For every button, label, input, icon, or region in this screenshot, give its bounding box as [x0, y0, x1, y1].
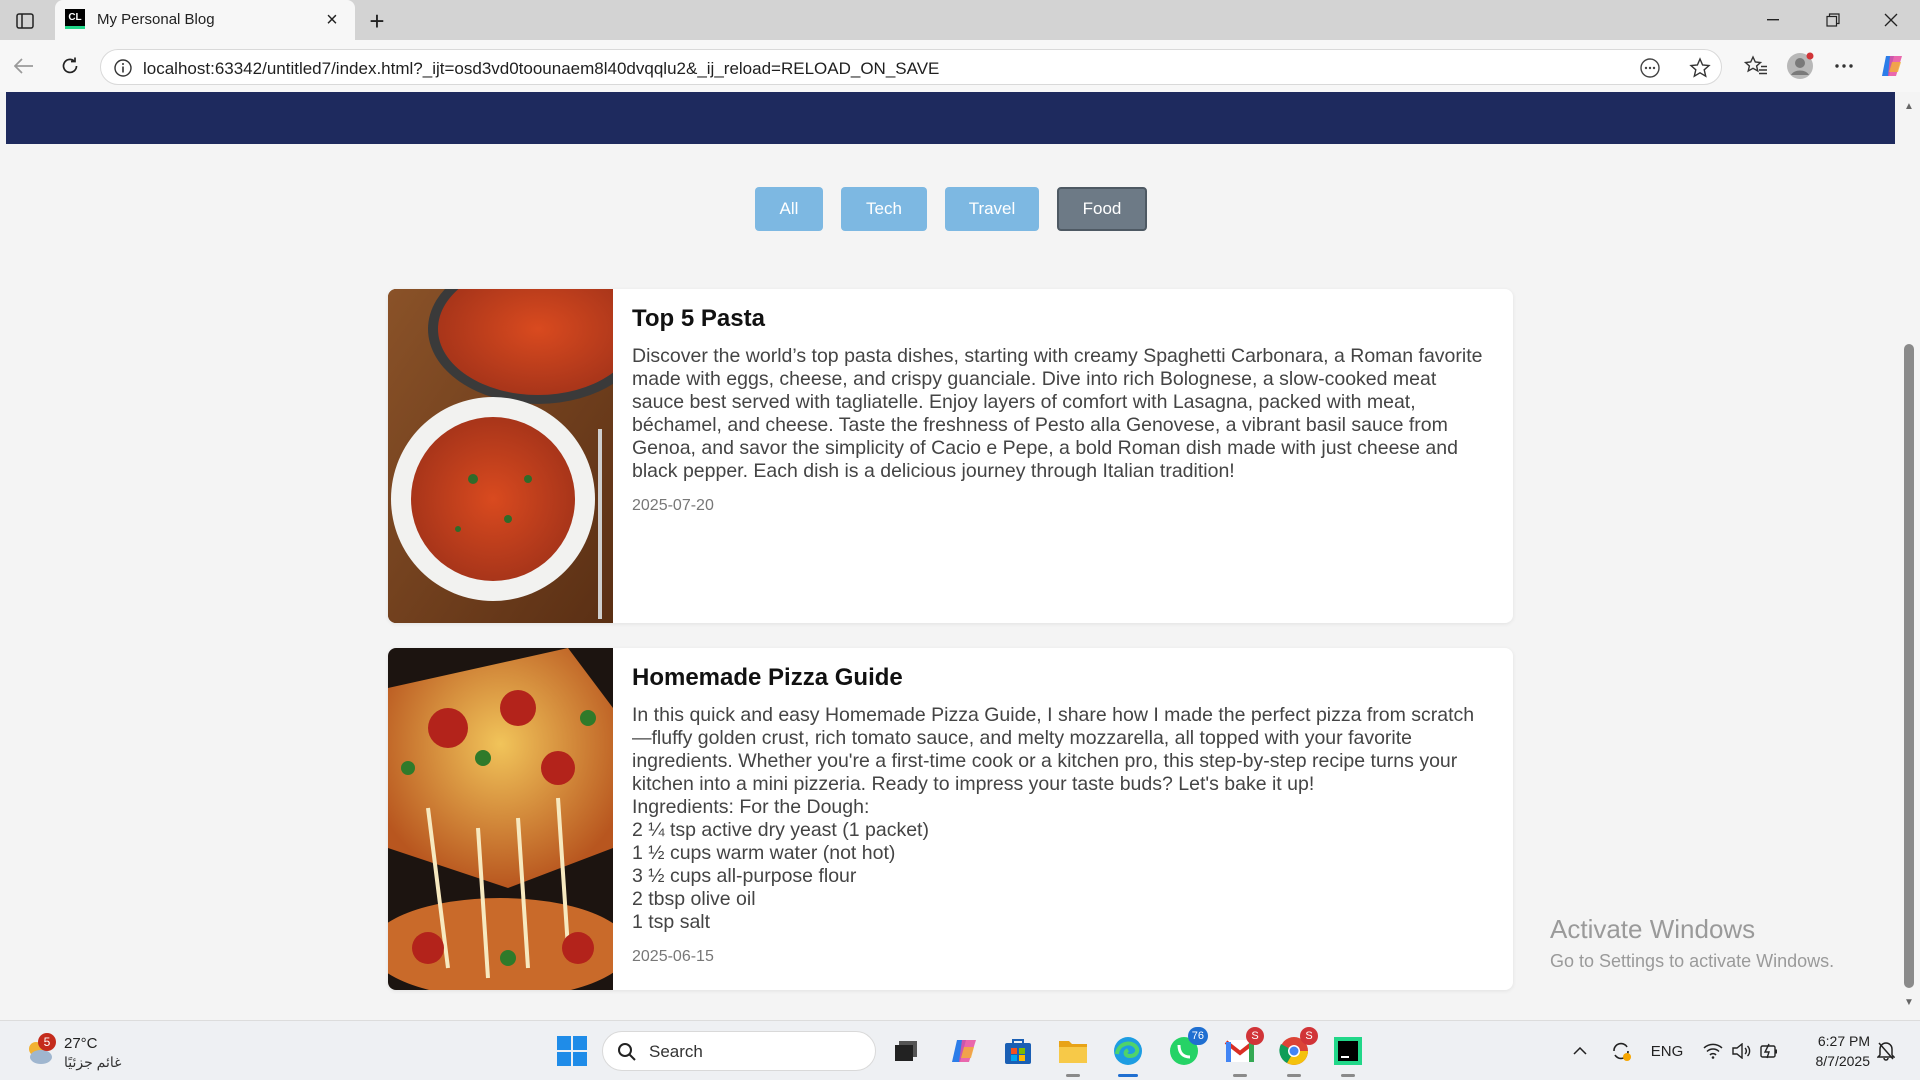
post-date: 2025-06-15: [632, 948, 714, 965]
sidebar-toggle-icon[interactable]: [12, 8, 38, 34]
weather-widget[interactable]: 5 27°C غائم جزئيًا: [20, 1031, 130, 1073]
post-date: 2025-07-20: [632, 497, 714, 514]
filter-tech-button[interactable]: Tech: [841, 187, 927, 231]
close-window-icon[interactable]: [1864, 0, 1918, 40]
ingredient-line: 1 tsp salt: [632, 911, 711, 933]
post-body: Top 5 Pasta Discover the world’s top pas…: [632, 305, 1489, 515]
running-indicator: [1287, 1074, 1301, 1077]
whatsapp-badge: 76: [1187, 1027, 1208, 1045]
minimize-icon[interactable]: [1746, 0, 1800, 40]
clock-date: 8/7/2025: [1815, 1053, 1871, 1069]
scroll-down-icon[interactable]: ▼: [1903, 996, 1915, 1008]
reading-mode-icon[interactable]: [1639, 57, 1661, 79]
restore-icon[interactable]: [1806, 0, 1860, 40]
back-icon[interactable]: [8, 50, 40, 82]
filter-all-button[interactable]: All: [755, 187, 823, 231]
chrome-badge: S: [1300, 1027, 1318, 1045]
edge-browser-icon[interactable]: [1110, 1033, 1146, 1077]
post-text: In this quick and easy Homemade Pizza Gu…: [632, 704, 1475, 795]
battery-icon[interactable]: [1758, 1039, 1780, 1063]
site-info-icon[interactable]: [113, 58, 133, 78]
tab-close-icon[interactable]: ×: [319, 7, 345, 33]
browser-toolbar: localhost:63342/untitled7/index.html?_ij…: [0, 40, 1920, 92]
post-body: Homemade Pizza Guide In this quick and e…: [632, 664, 1489, 966]
blog-post-card[interactable]: Homemade Pizza Guide In this quick and e…: [388, 648, 1513, 990]
clion-ide-icon[interactable]: [1330, 1033, 1366, 1077]
copilot-icon[interactable]: [1878, 52, 1906, 80]
ingredient-line: 2 tbsp olive oil: [632, 888, 756, 910]
watermark-subtitle: Go to Settings to activate Windows.: [1550, 951, 1835, 971]
copilot-app-icon[interactable]: [946, 1033, 982, 1069]
filter-travel-button[interactable]: Travel: [945, 187, 1039, 231]
taskbar-search[interactable]: Search: [602, 1031, 876, 1071]
pizza-slice-image: [388, 648, 613, 990]
reload-icon[interactable]: [54, 50, 86, 82]
ingredient-line: Ingredients: For the Dough:: [632, 796, 870, 818]
url-text[interactable]: localhost:63342/untitled7/index.html?_ij…: [143, 59, 939, 79]
chrome-icon[interactable]: S: [1276, 1027, 1318, 1077]
clock-time: 6:27 PM: [1817, 1033, 1870, 1049]
page-viewport: All Tech Travel Food Top 5 Pasta Discove…: [4, 92, 1898, 1016]
whatsapp-icon[interactable]: 76: [1166, 1027, 1208, 1069]
post-title[interactable]: Top 5 Pasta: [632, 305, 1489, 333]
more-options-icon[interactable]: [1830, 52, 1858, 80]
weather-badge: 5: [38, 1033, 56, 1051]
site-header: [6, 92, 1895, 144]
search-icon: [618, 1043, 636, 1061]
windows-taskbar: 5 27°C غائم جزئيًا Search 76 S S ENG 6:2…: [0, 1020, 1920, 1080]
browser-tab[interactable]: CL My Personal Blog ×: [55, 0, 355, 40]
page-scrollbar[interactable]: ▲ ▼: [1898, 92, 1920, 1016]
microsoft-store-icon[interactable]: [1000, 1033, 1036, 1069]
task-view-icon[interactable]: [888, 1033, 924, 1069]
language-indicator[interactable]: ENG: [1650, 1039, 1684, 1063]
gmail-badge: S: [1246, 1027, 1264, 1045]
watermark-title: Activate Windows: [1550, 914, 1756, 944]
search-label: Search: [649, 1042, 703, 1061]
post-text: Discover the world’s top pasta dishes, s…: [632, 345, 1483, 482]
wifi-icon[interactable]: [1702, 1039, 1724, 1063]
category-filters: All Tech Travel Food: [4, 187, 1898, 231]
filter-food-button[interactable]: Food: [1057, 187, 1147, 231]
browser-tab-bar: CL My Personal Blog × +: [0, 0, 1920, 40]
tab-favicon-icon: CL: [65, 9, 85, 29]
activate-windows-watermark: Activate Windows Go to Settings to activ…: [1550, 914, 1834, 972]
tab-title: My Personal Blog: [97, 11, 215, 28]
pasta-plate-image: [388, 289, 613, 623]
weather-description: غائم جزئيًا: [64, 1054, 122, 1070]
running-indicator: [1066, 1074, 1080, 1077]
address-bar[interactable]: localhost:63342/untitled7/index.html?_ij…: [100, 49, 1722, 85]
running-indicator: [1233, 1074, 1247, 1077]
ingredient-list: Ingredients: For the Dough: 2 ¼ tsp acti…: [632, 796, 1489, 934]
show-hidden-icons-chevron[interactable]: [1570, 1039, 1590, 1063]
volume-icon[interactable]: [1730, 1039, 1752, 1063]
ingredient-line: 2 ¼ tsp active dry yeast (1 packet): [632, 819, 929, 841]
profile-avatar-icon[interactable]: [1786, 52, 1814, 80]
favorites-icon[interactable]: [1742, 52, 1770, 80]
windows-start-icon[interactable]: [556, 1035, 588, 1067]
running-indicator: [1341, 1074, 1355, 1077]
post-title[interactable]: Homemade Pizza Guide: [632, 664, 1489, 692]
new-tab-icon[interactable]: +: [362, 6, 392, 36]
ingredient-line: 3 ½ cups all-purpose flour: [632, 865, 857, 887]
gmail-icon[interactable]: S: [1222, 1027, 1264, 1077]
system-clock[interactable]: 6:27 PM 8/7/2025: [1796, 1031, 1871, 1071]
favorite-star-icon[interactable]: [1689, 57, 1711, 79]
ingredient-line: 1 ½ cups warm water (not hot): [632, 842, 896, 864]
sync-icon[interactable]: [1608, 1039, 1634, 1063]
weather-temperature: 27°C: [64, 1035, 98, 1052]
blog-post-card[interactable]: Top 5 Pasta Discover the world’s top pas…: [388, 289, 1513, 623]
file-explorer-icon[interactable]: [1055, 1033, 1091, 1077]
scrollbar-thumb[interactable]: [1904, 344, 1914, 988]
active-indicator: [1118, 1074, 1138, 1077]
notification-bell-icon[interactable]: [1874, 1039, 1898, 1063]
scroll-up-icon[interactable]: ▲: [1903, 100, 1915, 112]
